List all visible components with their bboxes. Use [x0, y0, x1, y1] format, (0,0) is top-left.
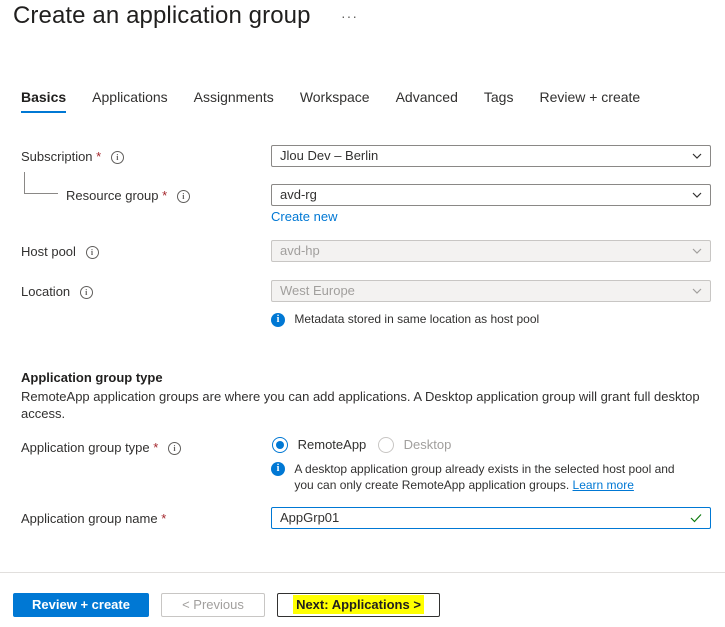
radio-remoteapp[interactable]: RemoteApp [272, 436, 366, 453]
learn-more-link[interactable]: Learn more [573, 478, 634, 492]
previous-button[interactable]: < Previous [161, 593, 265, 617]
checkmark-icon [690, 514, 702, 523]
resource-group-value: avd-rg [280, 187, 317, 202]
host-pool-label: Host pool i [21, 244, 99, 260]
subscription-label-text: Subscription [21, 149, 93, 164]
section-description-line: access. [21, 406, 66, 421]
app-group-name-label: Application group name * [21, 511, 166, 526]
radio-selected-icon[interactable] [272, 436, 288, 453]
required-marker: * [161, 511, 167, 526]
chevron-down-icon [692, 153, 702, 159]
app-group-name-label-text: Application group name [21, 511, 158, 526]
info-icon[interactable]: i [176, 190, 190, 204]
next-button-label: Next: Applications > [293, 595, 424, 614]
info-icon: i [271, 312, 285, 327]
location-label: Location i [21, 284, 93, 300]
subscription-label: Subscription * i [21, 149, 124, 165]
resource-group-label-text: Resource group [66, 188, 159, 203]
info-icon[interactable]: i [79, 286, 93, 300]
note-line-text: you can only create RemoteApp applicatio… [294, 478, 570, 492]
app-group-name-input[interactable]: AppGrp01 [271, 507, 711, 529]
host-pool-select: avd-hp [271, 240, 711, 262]
info-icon[interactable]: i [167, 442, 181, 456]
tree-connector [24, 172, 58, 194]
tab-applications[interactable]: Applications [92, 89, 168, 113]
more-options-icon[interactable]: ··· [341, 8, 358, 24]
tab-workspace[interactable]: Workspace [300, 89, 370, 113]
location-label-text: Location [21, 284, 71, 299]
tab-bar: Basics Applications Assignments Workspac… [21, 89, 666, 113]
info-icon[interactable]: i [110, 151, 124, 165]
desktop-info-note: i A desktop application group already ex… [271, 461, 675, 493]
section-description-line: RemoteApp application groups are where y… [21, 389, 700, 404]
chevron-down-icon [692, 248, 702, 254]
radio-remoteapp-label: RemoteApp [297, 437, 367, 453]
location-info-note: i Metadata stored in same location as ho… [271, 312, 539, 327]
note-line: A desktop application group already exis… [294, 462, 675, 476]
location-note-text: Metadata stored in same location as host… [294, 312, 540, 326]
note-line-2: you can only create RemoteApp applicatio… [294, 477, 674, 493]
radio-desktop: Desktop [378, 436, 451, 453]
radio-desktop-label: Desktop [403, 437, 452, 453]
info-icon: i [271, 462, 285, 476]
resource-group-label: Resource group * i [66, 188, 190, 204]
tab-advanced[interactable]: Advanced [396, 89, 458, 113]
subscription-value: Jlou Dev – Berlin [280, 148, 379, 163]
section-description: RemoteApp application groups are where y… [21, 388, 721, 422]
tab-review-create[interactable]: Review + create [539, 89, 640, 113]
footer-divider [0, 572, 725, 573]
app-group-name-value: AppGrp01 [280, 510, 340, 525]
required-marker: * [162, 188, 168, 203]
review-create-button[interactable]: Review + create [13, 593, 149, 617]
page-title: Create an application group [13, 2, 311, 29]
host-pool-value: avd-hp [280, 243, 320, 258]
tab-basics[interactable]: Basics [21, 89, 67, 113]
info-icon[interactable]: i [85, 246, 99, 260]
chevron-down-icon [692, 288, 702, 294]
create-new-link[interactable]: Create new [271, 209, 337, 224]
required-marker: * [96, 149, 102, 164]
tab-tags[interactable]: Tags [484, 89, 514, 113]
location-select: West Europe [271, 280, 711, 302]
chevron-down-icon [692, 192, 702, 198]
host-pool-label-text: Host pool [21, 244, 76, 259]
tab-assignments[interactable]: Assignments [194, 89, 274, 113]
next-applications-button[interactable]: Next: Applications > [277, 593, 440, 617]
radio-unselected-icon [378, 436, 394, 453]
location-value: West Europe [280, 283, 355, 298]
section-heading: Application group type [21, 370, 163, 385]
app-group-type-label-text: Application group type [21, 440, 150, 455]
required-marker: * [153, 440, 159, 455]
resource-group-select[interactable]: avd-rg [271, 184, 711, 206]
app-group-type-label: Application group type * i [21, 440, 181, 456]
subscription-select[interactable]: Jlou Dev – Berlin [271, 145, 711, 167]
